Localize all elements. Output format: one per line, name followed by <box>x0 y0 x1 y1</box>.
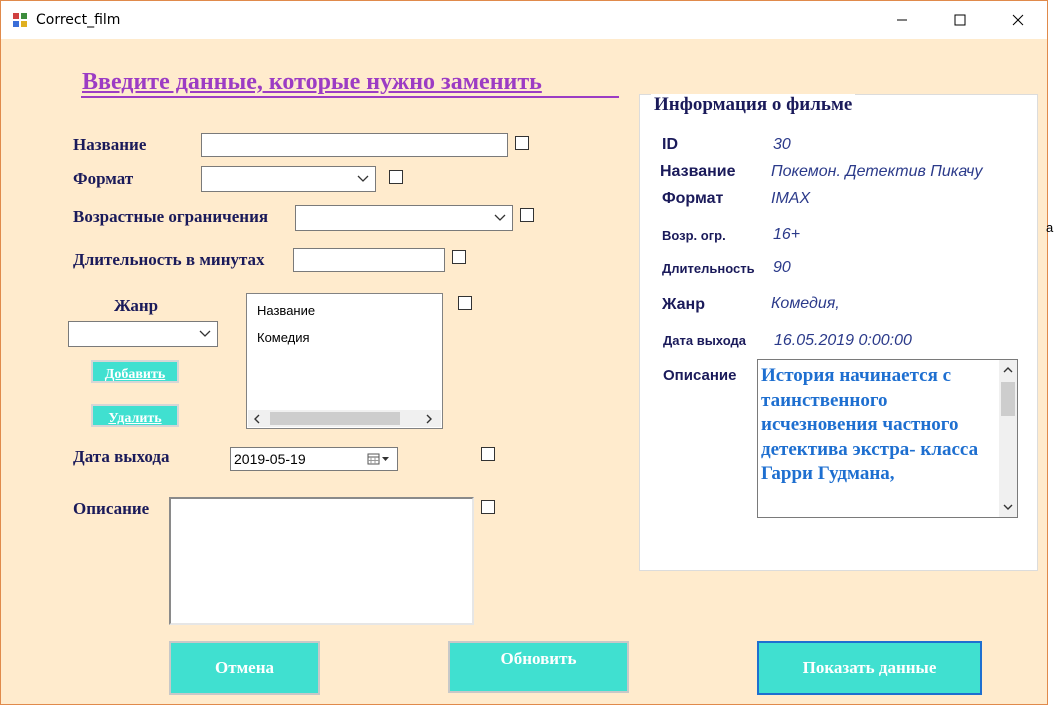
add-genre-label: Добавить <box>104 367 166 382</box>
info-format-value: IMAX <box>771 190 811 207</box>
duration-input[interactable] <box>293 248 445 272</box>
description-textarea[interactable] <box>169 497 474 625</box>
info-age-label: Возр. огр. <box>662 228 726 243</box>
chevron-up-icon[interactable] <box>1003 366 1013 374</box>
info-id-label: ID <box>662 136 678 153</box>
calendar-dropdown-icon[interactable] <box>367 453 393 465</box>
window-title: Correct_film <box>36 12 121 28</box>
format-select[interactable] <box>201 166 376 192</box>
age-label: Возрастные ограничения <box>73 207 269 226</box>
chevron-right-icon[interactable] <box>425 414 433 424</box>
list-item[interactable]: Комедия <box>257 330 310 345</box>
info-duration-value: 90 <box>773 259 791 276</box>
minimize-button[interactable] <box>879 1 925 39</box>
add-genre-button[interactable]: Добавить <box>91 360 179 383</box>
close-button[interactable] <box>995 1 1041 39</box>
maximize-button[interactable] <box>937 1 983 39</box>
info-name-label: Название <box>660 163 736 180</box>
scrollbar-thumb[interactable] <box>270 412 400 425</box>
info-description-box[interactable]: История начинается с таинственного исчез… <box>757 359 1018 518</box>
info-id-value: 30 <box>773 136 791 153</box>
scrollbar-thumb[interactable] <box>1001 382 1015 416</box>
genre-label: Жанр <box>114 296 159 315</box>
chevron-down-icon <box>357 175 369 182</box>
name-input[interactable] <box>201 133 508 157</box>
app-window: Correct_film Введите данные, которые нуж… <box>0 0 1048 705</box>
minimize-icon <box>897 19 907 21</box>
edge-text: a <box>1046 220 1054 235</box>
vertical-scrollbar[interactable] <box>999 360 1017 517</box>
show-data-button[interactable]: Показать данные <box>757 641 982 695</box>
update-button[interactable]: Обновить <box>448 641 629 693</box>
age-select[interactable] <box>295 205 513 231</box>
description-checkbox[interactable] <box>481 500 495 514</box>
heading-underline <box>81 96 619 98</box>
chevron-down-icon[interactable] <box>1003 503 1013 511</box>
app-icon <box>13 13 27 27</box>
genre-checkbox[interactable] <box>458 296 472 310</box>
remove-genre-button[interactable]: Удалить <box>91 404 179 427</box>
info-description-text: История начинается с таинственного исчез… <box>761 365 979 484</box>
release-label: Дата выхода <box>73 447 170 466</box>
remove-genre-label: Удалить <box>108 411 162 426</box>
chevron-left-icon[interactable] <box>253 414 261 424</box>
info-age-value: 16+ <box>773 226 801 243</box>
age-checkbox[interactable] <box>520 208 534 222</box>
release-date-value: 2019-05-19 <box>234 451 306 467</box>
info-release-value: 16.05.2019 0:00:00 <box>774 332 912 349</box>
film-info-title: Информация о фильме <box>651 94 856 116</box>
genre-list[interactable]: Название Комедия <box>246 293 443 429</box>
genre-select[interactable] <box>68 321 218 347</box>
name-checkbox[interactable] <box>515 136 529 150</box>
release-datepicker[interactable]: 2019-05-19 <box>230 447 398 471</box>
duration-label: Длительность в минутах <box>73 250 265 269</box>
info-description-label: Описание <box>663 367 737 384</box>
list-item[interactable]: Название <box>257 303 315 318</box>
info-duration-label: Длительность <box>662 261 755 276</box>
format-checkbox[interactable] <box>389 170 403 184</box>
maximize-icon <box>954 14 966 26</box>
info-genre-value: Комедия, <box>771 295 840 312</box>
chevron-down-icon <box>494 214 506 221</box>
info-release-label: Дата выхода <box>663 333 746 348</box>
format-label: Формат <box>73 169 134 188</box>
horizontal-scrollbar[interactable] <box>248 410 441 427</box>
info-genre-label: Жанр <box>662 296 705 313</box>
duration-checkbox[interactable] <box>452 250 466 264</box>
cancel-button[interactable]: Отмена <box>169 641 320 695</box>
info-name-value: Покемон. Детектив Пикачу <box>771 163 983 180</box>
title-bar[interactable]: Correct_film <box>1 1 1047 39</box>
page-heading: Введите данные, которые нужно заменить <box>82 69 542 95</box>
name-label: Название <box>73 135 147 154</box>
close-icon <box>1012 14 1024 26</box>
release-checkbox[interactable] <box>481 447 495 461</box>
info-format-label: Формат <box>662 190 724 207</box>
description-label: Описание <box>73 499 150 518</box>
chevron-down-icon <box>199 330 211 337</box>
